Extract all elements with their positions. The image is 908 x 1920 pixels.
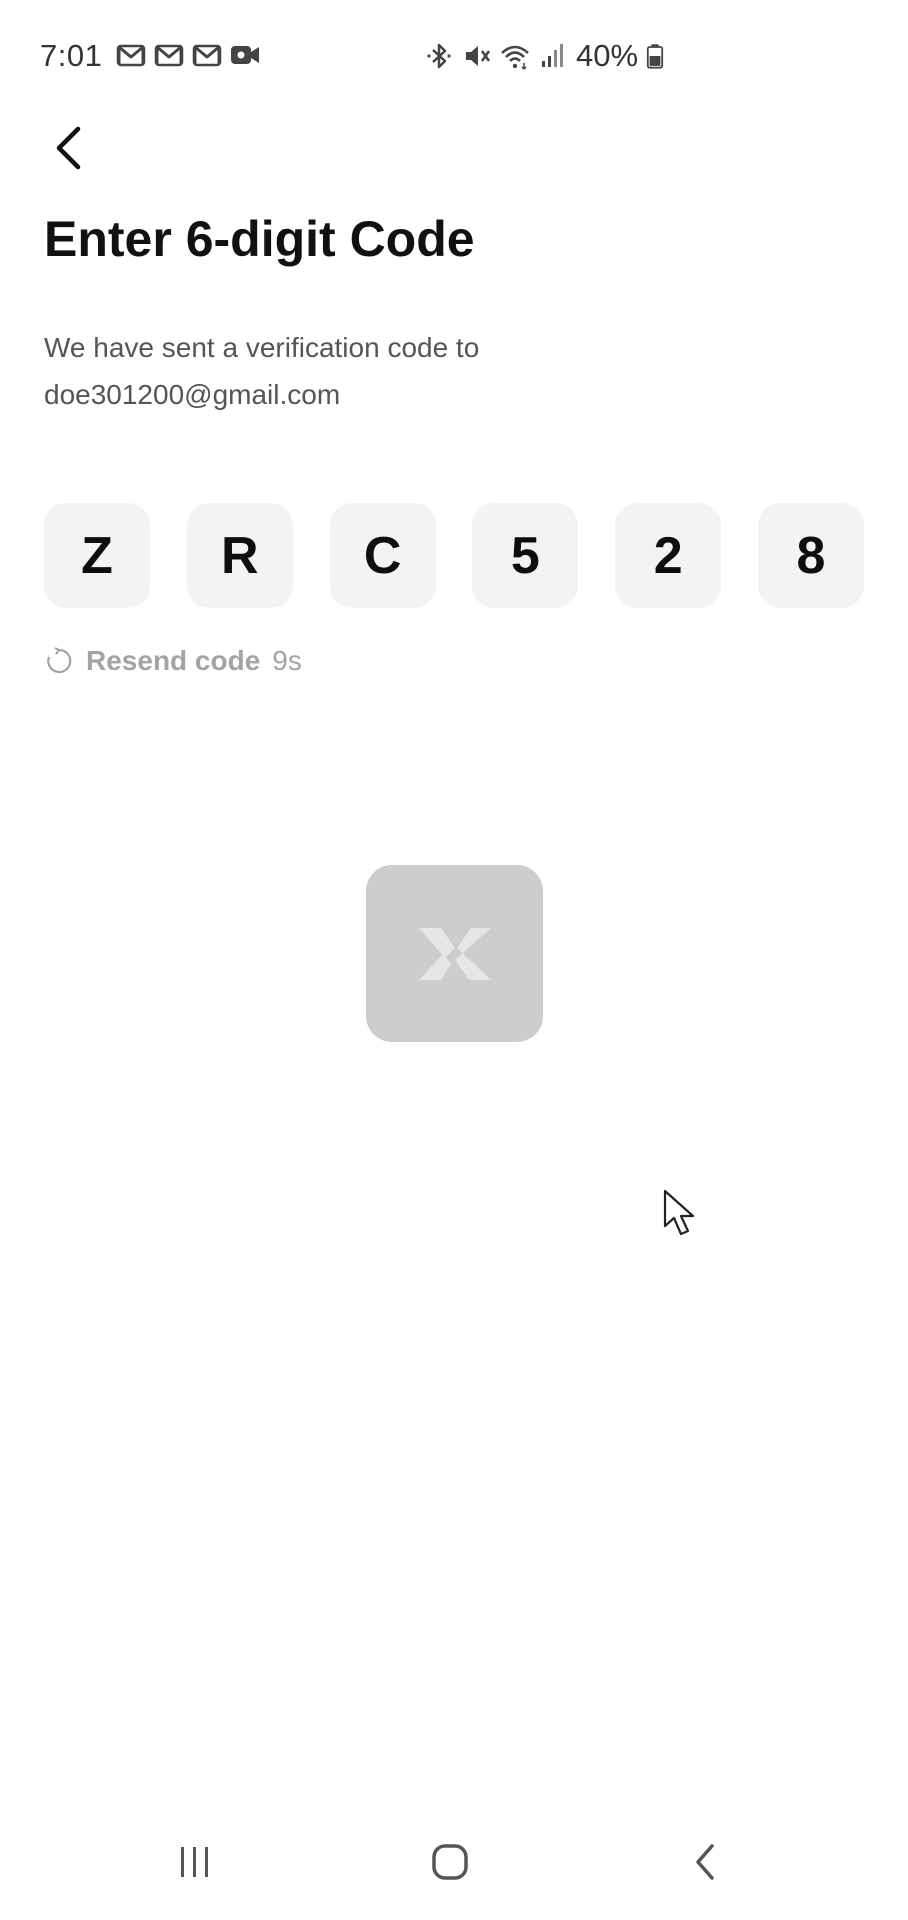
status-time: 7:01 (40, 38, 103, 73)
notification-icons (116, 42, 260, 68)
system-icons: 40% (424, 38, 664, 74)
resend-code-button[interactable]: Resend code 9s (44, 645, 302, 677)
code-digit-1[interactable]: Z (44, 503, 150, 608)
code-input-row: Z R C 5 2 8 (44, 503, 864, 608)
back-arrow-icon (56, 126, 81, 170)
code-digit-6[interactable]: 8 (757, 503, 864, 608)
home-button[interactable] (415, 1832, 485, 1892)
recent-apps-icon (181, 1847, 208, 1877)
back-icon (696, 1844, 714, 1880)
bluetooth-icon (427, 43, 451, 69)
code-digit-5[interactable]: 2 (615, 503, 722, 608)
app-logo-icon (418, 927, 491, 980)
resend-label: Resend code (86, 645, 261, 676)
status-bar: 7:01 40% (0, 0, 908, 112)
verification-message-text: We have sent a verification code to (44, 332, 480, 363)
back-button[interactable] (44, 120, 92, 176)
nav-back-button[interactable] (670, 1832, 740, 1892)
recent-apps-button[interactable] (160, 1832, 230, 1892)
video-camera-icon (231, 46, 259, 64)
recipient-email: doe301200@gmail.com (44, 379, 341, 410)
verification-message: We have sent a verification code to doe3… (44, 324, 479, 418)
wifi-icon (501, 45, 529, 71)
home-icon (432, 1844, 468, 1880)
mute-icon (466, 46, 491, 66)
code-digit-4[interactable]: 5 (472, 503, 579, 608)
code-digit-2[interactable]: R (186, 503, 293, 608)
mouse-cursor-icon (663, 1189, 695, 1236)
loading-indicator (366, 865, 543, 1042)
page-title: Enter 6-digit Code (44, 211, 475, 267)
code-digit-3[interactable]: C (329, 503, 436, 608)
battery-percent: 40% (576, 38, 639, 73)
signal-icon (542, 44, 563, 67)
resend-countdown: 9s (272, 645, 302, 676)
battery-icon (646, 44, 664, 69)
gmail-icon (154, 44, 184, 67)
gmail-icon (192, 44, 222, 67)
gmail-icon (116, 44, 146, 67)
system-nav-bar (0, 1810, 908, 1920)
refresh-icon (47, 647, 72, 674)
